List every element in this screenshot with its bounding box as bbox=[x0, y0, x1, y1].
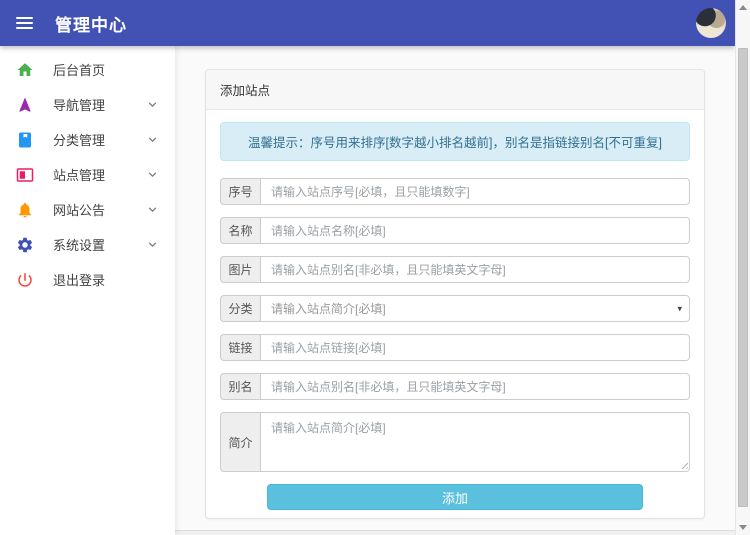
chevron-down-icon bbox=[145, 202, 160, 217]
user-avatar[interactable] bbox=[696, 8, 726, 38]
sidebar-item-logout[interactable]: 退出登录 bbox=[0, 262, 175, 297]
sidebar-item-label: 导航管理 bbox=[53, 95, 105, 114]
add-site-card: 添加站点 温馨提示：序号用来排序[数字越小排名越前]，别名是指链接别名[不可重复… bbox=[205, 69, 705, 519]
sidebar-item-label: 系统设置 bbox=[53, 235, 105, 254]
serial-input[interactable] bbox=[260, 178, 690, 205]
scroll-down-icon[interactable] bbox=[739, 525, 747, 530]
sidebar-item-category-manage[interactable]: 分类管理 bbox=[0, 122, 175, 157]
name-input[interactable] bbox=[260, 217, 690, 244]
admin-page: 管理中心 后台首页 导航管理 分类管理 bbox=[0, 0, 750, 535]
bell-icon bbox=[16, 201, 34, 219]
sidebar-item-label: 网站公告 bbox=[53, 200, 105, 219]
form-row-image: 图片 bbox=[220, 256, 690, 283]
sidebar-item-site-notice[interactable]: 网站公告 bbox=[0, 192, 175, 227]
form-row-intro: 简介 bbox=[220, 412, 690, 472]
add-button[interactable]: 添加 bbox=[267, 484, 643, 510]
menu-icon[interactable] bbox=[16, 17, 33, 29]
category-select-value: 请输入站点简介[必填] bbox=[271, 300, 386, 317]
scroll-up-icon[interactable] bbox=[739, 5, 747, 10]
scrollbar[interactable] bbox=[735, 0, 750, 535]
footer-divider bbox=[175, 530, 735, 535]
sidebar-item-label: 站点管理 bbox=[53, 165, 105, 184]
sidebar-item-home[interactable]: 后台首页 bbox=[0, 52, 175, 87]
card-title: 添加站点 bbox=[206, 70, 704, 110]
sidebar-item-settings[interactable]: 系统设置 bbox=[0, 227, 175, 262]
home-icon bbox=[16, 61, 34, 79]
main-content: 添加站点 温馨提示：序号用来排序[数字越小排名越前]，别名是指链接别名[不可重复… bbox=[175, 46, 735, 535]
field-label: 分类 bbox=[220, 295, 260, 322]
add-site-form: 温馨提示：序号用来排序[数字越小排名越前]，别名是指链接别名[不可重复] 序号 … bbox=[206, 110, 704, 518]
sidebar-item-label: 后台首页 bbox=[53, 60, 105, 79]
field-label: 链接 bbox=[220, 334, 260, 361]
app-title: 管理中心 bbox=[55, 11, 127, 36]
top-navbar: 管理中心 bbox=[0, 0, 735, 46]
image-input[interactable] bbox=[260, 256, 690, 283]
intro-textarea[interactable] bbox=[260, 412, 690, 472]
category-select[interactable]: 请输入站点简介[必填] ▾ bbox=[260, 295, 690, 322]
sidebar: 后台首页 导航管理 分类管理 站点管理 bbox=[0, 46, 175, 535]
chevron-down-icon bbox=[145, 132, 160, 147]
sidebar-item-label: 退出登录 bbox=[53, 270, 105, 289]
sidebar-item-site-manage[interactable]: 站点管理 bbox=[0, 157, 175, 192]
field-label: 序号 bbox=[220, 178, 260, 205]
form-row-link: 链接 bbox=[220, 334, 690, 361]
sidebar-item-label: 分类管理 bbox=[53, 130, 105, 149]
site-icon bbox=[16, 166, 34, 184]
chevron-down-icon bbox=[145, 237, 160, 252]
category-icon bbox=[16, 131, 34, 149]
sidebar-item-nav-manage[interactable]: 导航管理 bbox=[0, 87, 175, 122]
navigation-icon bbox=[16, 96, 34, 114]
link-input[interactable] bbox=[260, 334, 690, 361]
dropdown-arrow-icon: ▾ bbox=[677, 303, 682, 314]
field-label: 别名 bbox=[220, 373, 260, 400]
alias-input[interactable] bbox=[260, 373, 690, 400]
form-row-alias: 别名 bbox=[220, 373, 690, 400]
chevron-down-icon bbox=[145, 97, 160, 112]
gear-icon bbox=[16, 236, 34, 254]
form-row-name: 名称 bbox=[220, 217, 690, 244]
scrollbar-thumb[interactable] bbox=[738, 48, 748, 507]
form-row-serial: 序号 bbox=[220, 178, 690, 205]
power-icon bbox=[16, 271, 34, 289]
field-label: 简介 bbox=[220, 412, 260, 472]
field-label: 名称 bbox=[220, 217, 260, 244]
field-label: 图片 bbox=[220, 256, 260, 283]
info-alert: 温馨提示：序号用来排序[数字越小排名越前]，别名是指链接别名[不可重复] bbox=[220, 122, 690, 161]
chevron-down-icon bbox=[145, 167, 160, 182]
form-row-category: 分类 请输入站点简介[必填] ▾ bbox=[220, 295, 690, 322]
